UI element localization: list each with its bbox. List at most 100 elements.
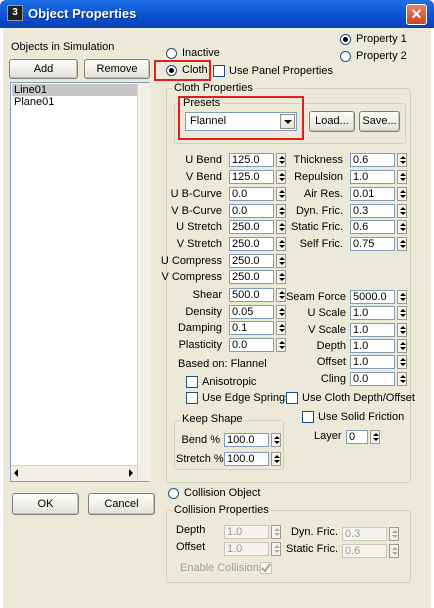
layer-field[interactable]: 0 <box>346 430 368 444</box>
title-bar: 3 Object Properties ✕ <box>0 0 434 28</box>
use-panel-properties-checkbox[interactable] <box>213 65 225 77</box>
thickness-label: Thickness <box>293 154 343 166</box>
list-item[interactable]: Line01 <box>12 84 137 96</box>
u-stretch-field[interactable]: 250.0 <box>229 220 274 234</box>
bend-percent-field[interactable]: 100.0 <box>224 433 269 447</box>
v-stretch-field[interactable]: 250.0 <box>229 237 274 251</box>
spinner-arrows-icon[interactable] <box>397 153 407 167</box>
spinner-arrows-icon[interactable] <box>397 204 407 218</box>
property-2-radio[interactable] <box>340 51 351 62</box>
objects-list[interactable]: Line01 Plane01 <box>10 82 150 482</box>
v-compress-field[interactable]: 250.0 <box>229 270 274 284</box>
collision-properties-title: Collision Properties <box>172 504 271 516</box>
dyn-fric-field[interactable]: 0.3 <box>350 204 395 218</box>
damping-field[interactable]: 0.1 <box>229 321 274 335</box>
load-button[interactable]: Load... <box>309 111 355 132</box>
v-bend-label: V Bend <box>185 171 222 183</box>
collision-offset-label: Offset <box>176 541 206 553</box>
cling-label: Cling <box>320 373 346 385</box>
u-scale-field[interactable]: 1.0 <box>350 306 395 320</box>
spinner-arrows-icon[interactable] <box>276 254 286 268</box>
collision-object-radio[interactable] <box>168 488 179 499</box>
inactive-radio[interactable] <box>166 48 177 59</box>
u-bend-field[interactable]: 125.0 <box>229 153 274 167</box>
plasticity-field[interactable]: 0.0 <box>229 338 274 352</box>
use-solid-friction-checkbox[interactable] <box>302 411 314 423</box>
collision-dyn-fric-field[interactable]: 0.3 <box>342 527 387 541</box>
spinner-arrows-icon[interactable] <box>397 339 407 353</box>
spinner-arrows-icon[interactable] <box>397 220 407 234</box>
v-scale-field[interactable]: 1.0 <box>350 323 395 337</box>
close-button[interactable]: ✕ <box>406 4 427 25</box>
spinner-arrows-icon[interactable] <box>271 452 281 466</box>
collision-static-fric-label: Static Fric. <box>286 543 338 555</box>
remove-button[interactable]: Remove <box>84 59 150 79</box>
horizontal-scrollbar[interactable] <box>11 465 137 481</box>
presets-dropdown[interactable]: Flannel <box>185 112 297 131</box>
spinner-arrows-icon[interactable] <box>397 306 407 320</box>
u-compress-field[interactable]: 250.0 <box>229 254 274 268</box>
spinner-arrows-icon[interactable] <box>271 525 281 539</box>
use-cloth-depth-offset-checkbox[interactable] <box>286 392 298 404</box>
static-fric-field[interactable]: 0.6 <box>350 220 395 234</box>
spinner-arrows-icon[interactable] <box>397 372 407 386</box>
spinner-arrows-icon[interactable] <box>276 270 286 284</box>
collision-static-fric-field[interactable]: 0.6 <box>342 544 387 558</box>
save-button[interactable]: Save... <box>359 111 400 132</box>
spinner-arrows-icon[interactable] <box>397 187 407 201</box>
anisotropic-checkbox[interactable] <box>186 376 198 388</box>
collision-object-label: Collision Object <box>184 487 261 499</box>
collision-dyn-fric-label: Dyn. Fric. <box>290 526 338 538</box>
v-scale-label: V Scale <box>308 324 346 336</box>
air-res-label: Air Res. <box>303 188 343 200</box>
scroll-left-icon[interactable] <box>14 469 18 477</box>
chevron-down-icon[interactable] <box>280 114 295 129</box>
collision-depth-label: Depth <box>176 524 206 536</box>
list-item[interactable]: Plane01 <box>12 96 137 108</box>
cancel-button[interactable]: Cancel <box>88 493 155 515</box>
v-bend-field[interactable]: 125.0 <box>229 170 274 184</box>
seam-force-field[interactable]: 5000.0 <box>350 290 395 304</box>
vertical-scrollbar[interactable] <box>137 83 150 481</box>
use-panel-properties-label: Use Panel Properties <box>229 65 333 77</box>
v-b-curve-field[interactable]: 0.0 <box>229 204 274 218</box>
spinner-arrows-icon[interactable] <box>389 527 399 541</box>
enable-collisions-checkbox[interactable] <box>260 562 272 574</box>
cling-field[interactable]: 0.0 <box>350 372 395 386</box>
cloth-label: Cloth <box>182 64 208 76</box>
property-1-radio[interactable] <box>340 34 351 45</box>
depth-label: Depth <box>316 340 346 352</box>
thickness-field[interactable]: 0.6 <box>350 153 395 167</box>
spinner-arrows-icon[interactable] <box>397 290 407 304</box>
spinner-arrows-icon[interactable] <box>397 237 407 251</box>
spinner-arrows-icon[interactable] <box>271 433 281 447</box>
add-objects-button[interactable]: Add Objects... <box>9 59 78 93</box>
spinner-arrows-icon[interactable] <box>389 544 399 558</box>
self-fric-field[interactable]: 0.75 <box>350 237 395 251</box>
use-edge-springs-label: Use Edge Springs <box>202 392 291 404</box>
scroll-right-icon[interactable] <box>129 469 133 477</box>
density-field[interactable]: 0.05 <box>229 305 274 319</box>
anisotropic-label: Anisotropic <box>202 376 257 388</box>
stretch-percent-field[interactable]: 100.0 <box>224 452 269 466</box>
collision-offset-field[interactable]: 1.0 <box>224 542 269 556</box>
u-b-curve-field[interactable]: 0.0 <box>229 187 274 201</box>
air-res-field[interactable]: 0.01 <box>350 187 395 201</box>
bend-percent-label: Bend % <box>181 434 220 446</box>
repulsion-field[interactable]: 1.0 <box>350 170 395 184</box>
spinner-arrows-icon[interactable] <box>397 323 407 337</box>
spinner-arrows-icon[interactable] <box>397 355 407 369</box>
cloth-radio[interactable] <box>166 65 177 76</box>
collision-depth-field[interactable]: 1.0 <box>224 525 269 539</box>
ok-button[interactable]: OK <box>12 493 79 515</box>
spinner-arrows-icon[interactable] <box>370 430 380 444</box>
inactive-label: Inactive <box>182 47 220 59</box>
depth-field[interactable]: 1.0 <box>350 339 395 353</box>
offset-field[interactable]: 1.0 <box>350 355 395 369</box>
shear-field[interactable]: 500.0 <box>229 288 274 302</box>
spinner-arrows-icon[interactable] <box>271 542 281 556</box>
property-1-label: Property 1 <box>356 33 407 45</box>
spinner-arrows-icon[interactable] <box>397 170 407 184</box>
presets-dropdown-value: Flannel <box>190 115 227 127</box>
use-edge-springs-checkbox[interactable] <box>186 392 198 404</box>
